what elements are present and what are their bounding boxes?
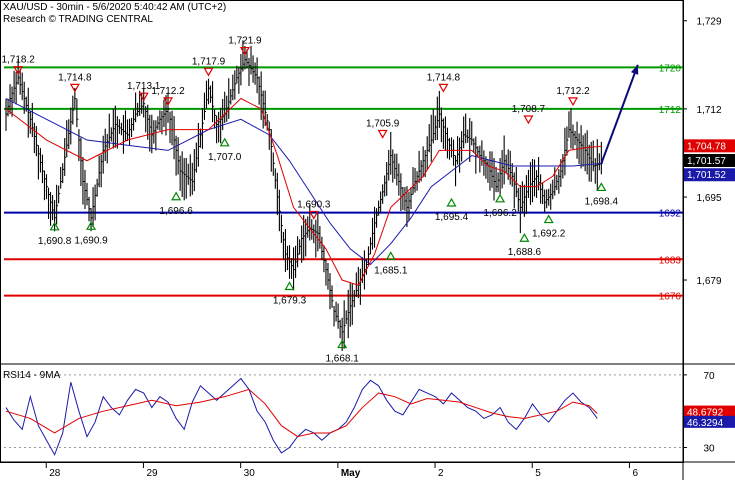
swing-high-marker: [377, 129, 388, 139]
level-label: 1683: [659, 255, 682, 266]
swing-low-marker: [519, 233, 530, 242]
projection-arrow-line: [600, 64, 639, 164]
x-tick-label: 28: [49, 468, 61, 479]
level-label: 1692: [659, 209, 682, 220]
swing-low-label: 1,696.2: [483, 208, 517, 219]
price-chart-svg: 1,729 1,712 1,695 1,679 70 30 28 29 30 May 2 5 6 1720…: [0, 0, 735, 480]
x-tick-label: 2: [438, 468, 444, 479]
y-tick-label: 1,712: [696, 105, 721, 116]
x-tick-label: May: [341, 468, 361, 479]
last-value-label: 1,704.78: [687, 141, 726, 152]
level-label: 1720: [659, 63, 682, 74]
swing-high-marker: [203, 67, 214, 77]
swing-high-label: 1,714.8: [427, 72, 461, 83]
swing-low-label: 1,707.0: [208, 152, 242, 163]
swing-low-marker: [543, 214, 554, 224]
swing-low-label: 1,668.1: [325, 354, 359, 365]
swing-high-label: 1,718.2: [1, 55, 35, 66]
swing-low-label: 1,690.8: [38, 236, 72, 247]
swing-low-label: 1,685.1: [374, 265, 408, 276]
plot-frame: [0, 0, 684, 463]
swing-low-marker: [219, 137, 230, 147]
swing-high-label: 1,714.8: [58, 72, 92, 83]
swing-low-marker: [446, 197, 457, 207]
swing-high-label: 1,717.9: [192, 56, 226, 67]
swing-high-label: 1,690.3: [297, 199, 331, 210]
level-label: 1712: [659, 105, 682, 116]
y-tick-label: 1,679: [696, 276, 721, 287]
swing-low-label: 1,696.6: [159, 206, 193, 217]
swing-high-label: 1,712.2: [556, 86, 590, 97]
swing-high-label: 1,712.2: [151, 86, 185, 97]
swing-low-marker: [284, 281, 295, 291]
rsi-ma-line: [5, 388, 598, 438]
rsi-value-label: 46.3294: [687, 418, 724, 429]
y-tick-label: 1,729: [696, 17, 721, 28]
x-tick-label: 29: [146, 468, 158, 479]
swing-low-label: 1,692.2: [532, 229, 566, 240]
rsi-y-tick-label: 30: [703, 443, 715, 454]
last-value-label: 1,701.57: [687, 156, 726, 167]
projection-arrow-head: [630, 64, 639, 75]
swing-high-marker: [438, 83, 449, 93]
x-tick-label: 5: [535, 468, 541, 479]
swing-low-label: 1,679.3: [273, 295, 307, 306]
swing-high-label: 1,708.7: [512, 104, 546, 115]
swing-low-marker: [171, 191, 182, 201]
swing-low-label: 1,690.9: [74, 235, 108, 246]
swing-low-label: 1,695.4: [435, 212, 469, 223]
swing-high-label: 1,705.9: [366, 119, 400, 130]
swing-low-marker: [495, 193, 506, 203]
swing-low-marker: [596, 182, 607, 192]
swing-low-label: 1,688.6: [508, 247, 542, 258]
x-tick-label: 6: [632, 468, 638, 479]
y-tick-label: 1,695: [696, 193, 721, 204]
x-tick-label: 30: [244, 468, 256, 479]
swing-high-marker: [523, 115, 534, 125]
rsi-title: RSI14 - 9MA: [3, 370, 61, 381]
swing-high-marker: [567, 97, 579, 107]
swing-high-label: 1,721.9: [228, 36, 262, 47]
last-value-label: 1,701.52: [687, 170, 726, 181]
swing-low-label: 1,698.4: [585, 196, 619, 207]
rsi-y-tick-label: 70: [703, 371, 715, 382]
level-label: 1676: [659, 292, 682, 303]
